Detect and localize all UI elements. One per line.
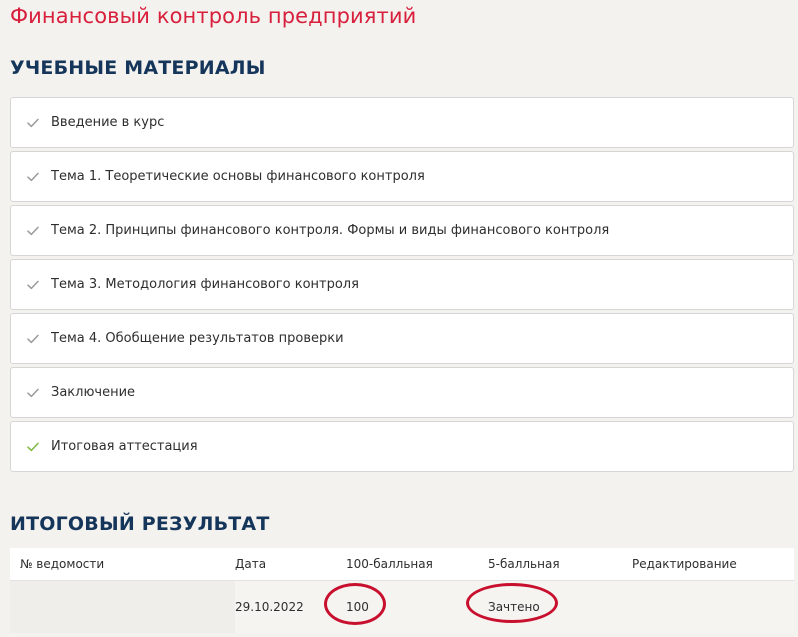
material-item[interactable]: Тема 1. Теоретические основы финансового… bbox=[10, 151, 794, 202]
material-item[interactable]: Тема 3. Методология финансового контроля bbox=[10, 259, 794, 310]
material-item[interactable]: Тема 2. Принципы финансового контроля. Ф… bbox=[10, 205, 794, 256]
check-icon bbox=[27, 172, 39, 181]
results-header-row: № ведомости Дата 100-балльная 5-балльная… bbox=[10, 548, 794, 581]
material-label: Тема 2. Принципы финансового контроля. Ф… bbox=[51, 223, 610, 238]
material-item[interactable]: Тема 4. Обобщение результатов проверки bbox=[10, 313, 794, 364]
score-5-value: Зачтено bbox=[488, 600, 540, 614]
cell-date: 29.10.2022 bbox=[235, 580, 346, 633]
materials-heading: УЧЕБНЫЕ МАТЕРИАЛЫ bbox=[10, 57, 266, 79]
materials-list: Введение в курс Тема 1. Теоретические осн… bbox=[10, 97, 794, 475]
cell-score-100: 100 bbox=[324, 580, 488, 633]
check-icon bbox=[27, 226, 39, 235]
course-title: Финансовый контроль предприятий bbox=[10, 4, 417, 28]
score-100-wrapper: 100 bbox=[324, 583, 386, 625]
results-table: № ведомости Дата 100-балльная 5-балльная… bbox=[10, 548, 794, 633]
check-icon bbox=[27, 118, 39, 127]
material-label: Введение в курс bbox=[51, 115, 165, 130]
result-heading: ИТОГОВЫЙ РЕЗУЛЬТАТ bbox=[10, 513, 270, 535]
cell-edit[interactable] bbox=[632, 580, 794, 633]
material-label: Тема 3. Методология финансового контроля bbox=[51, 277, 359, 292]
column-header-score-5: 5-балльная bbox=[488, 548, 632, 581]
column-header-edit: Редактирование bbox=[632, 548, 794, 581]
check-icon bbox=[27, 280, 39, 289]
material-label: Итоговая аттестация bbox=[51, 439, 198, 454]
material-item[interactable]: Заключение bbox=[10, 367, 794, 418]
cell-score-5: Зачтено bbox=[466, 580, 632, 633]
check-icon bbox=[27, 442, 39, 451]
score-5-wrapper: Зачтено bbox=[466, 583, 558, 623]
material-label: Тема 4. Обобщение результатов проверки bbox=[51, 331, 344, 346]
check-icon bbox=[27, 388, 39, 397]
score-100-value: 100 bbox=[346, 600, 369, 614]
cell-number bbox=[10, 580, 235, 633]
column-header-score-100: 100-балльная bbox=[346, 548, 488, 581]
material-label: Заключение bbox=[51, 385, 136, 400]
column-header-date: Дата bbox=[235, 548, 346, 581]
material-item[interactable]: Введение в курс bbox=[10, 97, 794, 148]
table-row: 29.10.2022 100 Зачтено bbox=[10, 580, 794, 633]
check-icon bbox=[27, 334, 39, 343]
material-label: Тема 1. Теоретические основы финансового… bbox=[51, 169, 425, 184]
column-header-number: № ведомости bbox=[10, 548, 235, 581]
material-item[interactable]: Итоговая аттестация bbox=[10, 421, 794, 472]
page: Финансовый контроль предприятий УЧЕБНЫЕ … bbox=[0, 0, 798, 637]
